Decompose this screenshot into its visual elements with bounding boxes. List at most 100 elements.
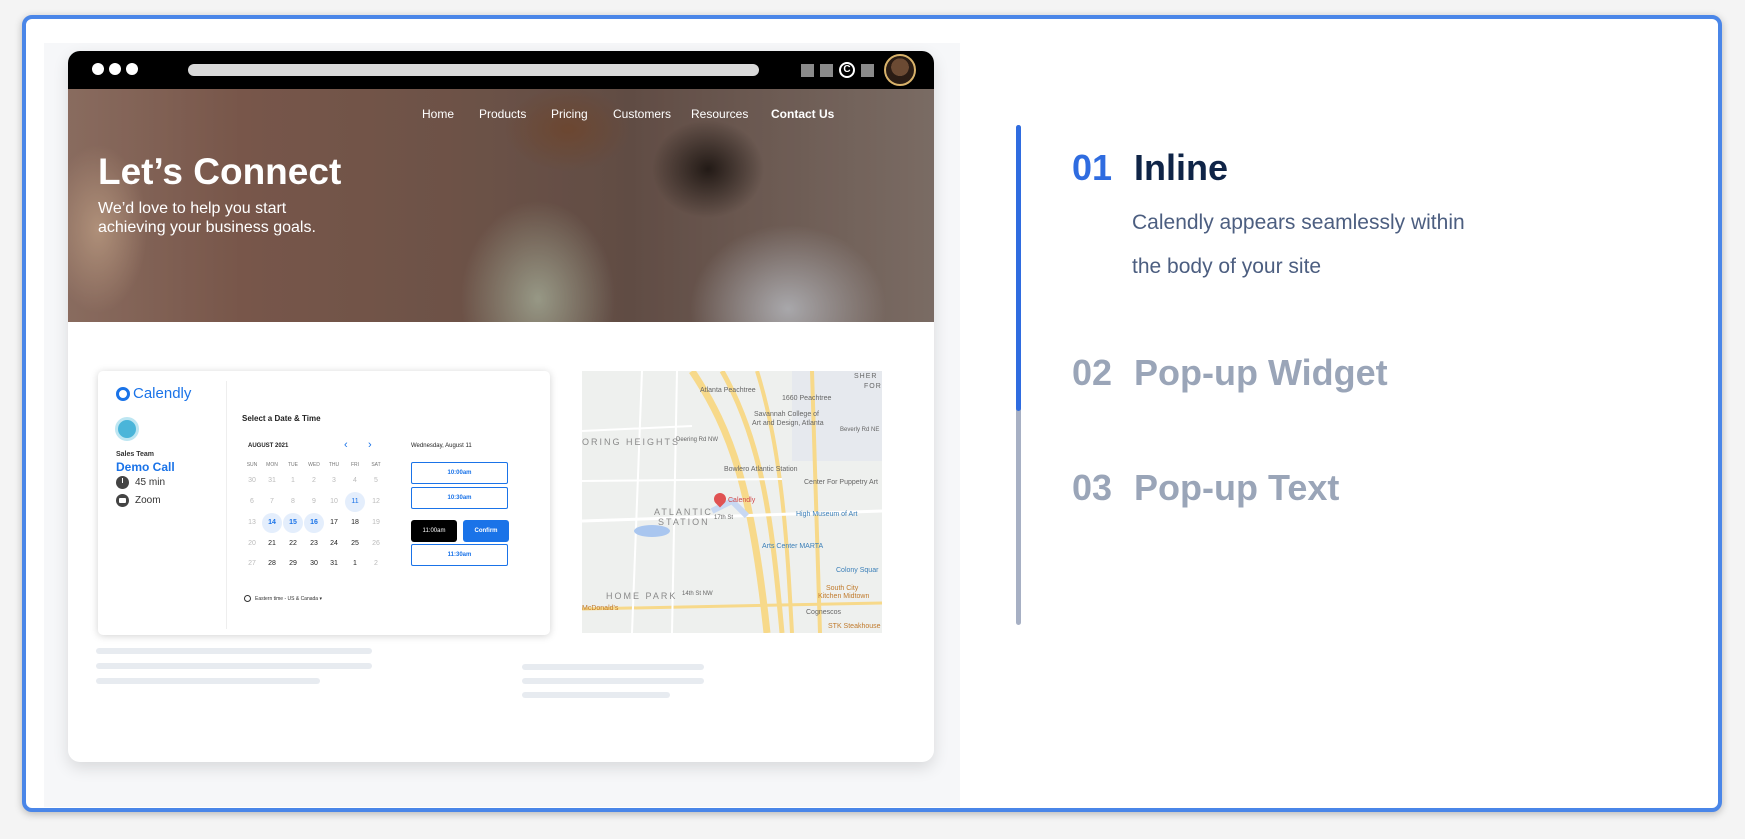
calendar-day: 4	[353, 477, 357, 484]
progress-indicator	[1016, 125, 1021, 411]
option-title: Pop-up Text	[1134, 467, 1340, 508]
selected-time-slot[interactable]: 11:00am	[411, 520, 457, 542]
calendar-day: 6	[250, 498, 254, 505]
browser-mockup: C Home Products Pricing Customers Resour…	[68, 51, 934, 762]
text-placeholder	[96, 648, 372, 654]
brand-name: Calendly	[133, 385, 192, 402]
map[interactable]: SHER FOR Atlanta Peachtree 1660 Peachtre…	[582, 371, 882, 633]
available-day[interactable]: 16	[304, 513, 324, 533]
extension-icon	[801, 63, 814, 77]
timezone-select[interactable]: Eastern time - US & Canada ▾	[244, 595, 322, 602]
option-inline[interactable]: 01 Inline	[1072, 147, 1228, 189]
calendar-day: 19	[372, 519, 380, 526]
weekday-label: SAT	[371, 462, 381, 468]
option-number: 01	[1072, 147, 1113, 188]
confirm-button[interactable]: Confirm	[463, 520, 509, 542]
calendar-day[interactable]: 31	[324, 554, 344, 574]
nav-pricing[interactable]: Pricing	[551, 107, 588, 121]
time-slot-button[interactable]: 11:30am	[411, 544, 508, 566]
nav-resources[interactable]: Resources	[691, 107, 748, 121]
globe-icon	[244, 595, 251, 602]
calendar-day[interactable]: 30	[304, 554, 324, 574]
team-logo-icon	[115, 417, 139, 441]
calendar-day: 2	[374, 560, 378, 567]
text-placeholder	[522, 692, 670, 698]
calendar-day[interactable]: 23	[304, 534, 324, 554]
calendar-day: 13	[248, 519, 256, 526]
calendar-day[interactable]: 17	[324, 513, 344, 533]
option-number: 03	[1072, 467, 1113, 508]
calendar-day: 26	[372, 540, 380, 547]
event-location: Zoom	[116, 494, 161, 507]
divider	[226, 381, 227, 629]
option-title: Pop-up Widget	[1134, 352, 1388, 393]
extension-icon	[820, 63, 833, 77]
calendar-day[interactable]: 1	[345, 554, 365, 574]
calendly-logo-icon	[116, 386, 130, 401]
text-placeholder	[522, 678, 704, 684]
nav-customers[interactable]: Customers	[613, 107, 671, 121]
hero-banner: Home Products Pricing Customers Resource…	[68, 89, 934, 322]
nav-products[interactable]: Products	[479, 107, 526, 121]
nav-contact-us[interactable]: Contact Us	[771, 107, 834, 121]
calendar-day: 20	[248, 540, 256, 547]
option-number: 02	[1072, 352, 1113, 393]
event-name: Demo Call	[116, 460, 175, 474]
selected-date-label: Wednesday, August 11	[411, 443, 472, 449]
prev-month-icon[interactable]: ‹	[344, 440, 348, 451]
calendar-day: 2	[312, 477, 316, 484]
calendar-heading: Select a Date & Time	[242, 414, 321, 423]
month-label: AUGUST 2021	[248, 443, 289, 449]
calendar-day[interactable]: 22	[283, 534, 303, 554]
text-placeholder	[96, 678, 320, 684]
hero-subtitle: We’d love to help you start achieving yo…	[98, 200, 316, 236]
nav-home[interactable]: Home	[422, 107, 454, 121]
text-placeholder	[522, 664, 704, 670]
calendar-day[interactable]: 24	[324, 534, 344, 554]
calendar-day: 10	[330, 498, 338, 505]
text-placeholder	[96, 663, 372, 669]
available-day[interactable]: 14	[262, 513, 282, 533]
calendar-day: 5	[374, 477, 378, 484]
option-title: Inline	[1134, 147, 1229, 188]
option-description: Calendly appears seamlessly within the b…	[1132, 211, 1465, 278]
feature-card: C Home Products Pricing Customers Resour…	[22, 15, 1722, 812]
weekday-label: WED	[308, 462, 320, 468]
weekday-label: THU	[328, 462, 340, 468]
hero-title: Let’s Connect	[98, 151, 342, 192]
next-month-icon[interactable]: ›	[368, 440, 372, 451]
team-name: Sales Team	[116, 451, 155, 458]
weekday-label: TUE	[288, 462, 298, 468]
calendly-logo-icon: C	[839, 62, 855, 78]
weekday-label: MON	[266, 462, 278, 468]
extension-icon	[861, 63, 874, 77]
available-day[interactable]: 15	[283, 513, 303, 533]
weekday-label: FRI	[350, 462, 360, 468]
event-duration: 45 min	[116, 476, 165, 489]
time-slot-button[interactable]: 10:30am	[411, 487, 508, 509]
url-bar	[188, 64, 759, 76]
time-slot-button[interactable]: 10:00am	[411, 462, 508, 484]
calendar-day: 30	[248, 477, 256, 484]
option-popup-widget[interactable]: 02 Pop-up Widget	[1072, 352, 1388, 394]
video-camera-icon	[116, 494, 129, 507]
calendar-day[interactable]: 18	[345, 513, 365, 533]
calendar-day: 9	[312, 498, 316, 505]
calendar-day[interactable]: 28	[262, 554, 282, 574]
calendar-day: 27	[248, 560, 256, 567]
avatar	[884, 54, 916, 86]
calendar-day[interactable]: 21	[262, 534, 282, 554]
window-dots	[92, 63, 138, 75]
calendar-day: 8	[291, 498, 295, 505]
calendar-day[interactable]: 29	[283, 554, 303, 574]
calendar-day: 31	[268, 477, 276, 484]
calendar-day[interactable]: 25	[345, 534, 365, 554]
browser-toolbar: C	[68, 51, 934, 89]
option-popup-text[interactable]: 03 Pop-up Text	[1072, 467, 1339, 509]
selected-day[interactable]: 11	[345, 492, 365, 512]
calendar-day: 12	[372, 498, 380, 505]
calendar-day: 1	[291, 477, 295, 484]
calendar-day: 7	[270, 498, 274, 505]
calendly-inline-widget: Calendly Sales Team Demo Call 45 min Zoo…	[98, 371, 550, 635]
weekday-label: SUN	[246, 462, 258, 468]
